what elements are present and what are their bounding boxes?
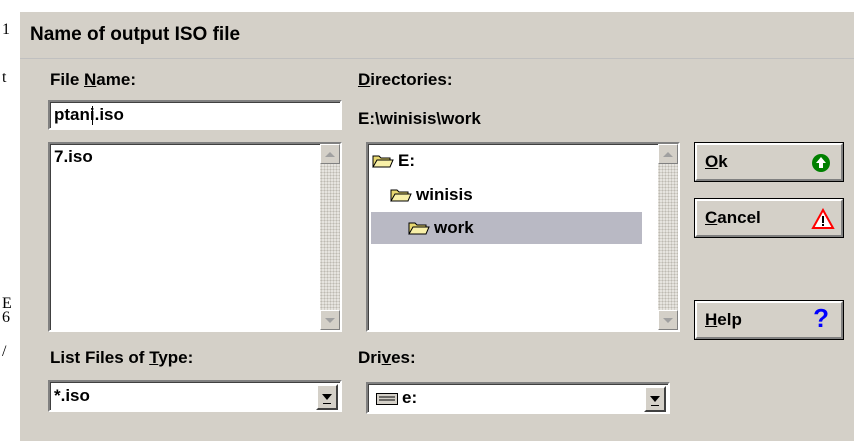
text-caret bbox=[92, 106, 93, 125]
arrow-up-icon bbox=[325, 151, 335, 157]
cancel-button[interactable]: Cancel bbox=[694, 198, 844, 238]
ok-button[interactable]: Ok bbox=[694, 142, 844, 182]
drives-label: Drives: bbox=[358, 348, 416, 367]
folder-open-icon bbox=[390, 189, 412, 202]
warning-icon bbox=[811, 208, 835, 229]
file-type-label: List Files of Type: bbox=[50, 348, 194, 367]
directories-label: Directories: bbox=[358, 70, 453, 89]
help-button[interactable]: Help ? bbox=[694, 300, 844, 340]
chevron-down-icon bbox=[322, 394, 332, 400]
cancel-label: Cancel bbox=[705, 208, 761, 227]
drives-dropdown-button[interactable] bbox=[644, 386, 666, 412]
file-name-value: ptani.iso bbox=[54, 105, 124, 124]
ok-label: Ok bbox=[705, 152, 728, 171]
chevron-down-icon bbox=[650, 396, 660, 402]
save-iso-dialog: Name of output ISO file File Name: ptani… bbox=[18, 10, 854, 441]
drive-value: e: bbox=[402, 388, 418, 407]
arrow-down-icon bbox=[325, 317, 335, 323]
scroll-up-button[interactable] bbox=[658, 144, 678, 164]
scroll-up-button[interactable] bbox=[320, 144, 340, 164]
folder-open-icon bbox=[408, 222, 430, 235]
scroll-down-button[interactable] bbox=[658, 310, 678, 330]
directory-item-e[interactable]: E: bbox=[372, 144, 642, 178]
directory-list-scrollbar[interactable] bbox=[658, 144, 678, 330]
file-list-scrollbar[interactable] bbox=[320, 144, 340, 330]
directory-item-work[interactable]: work bbox=[408, 211, 642, 245]
drive-icon bbox=[376, 393, 398, 405]
bg-fragment: 6 bbox=[2, 309, 10, 326]
current-directory-path: E:\winisis\work bbox=[358, 109, 481, 128]
help-label: Help bbox=[705, 310, 742, 329]
bg-fragment: / bbox=[2, 343, 7, 360]
dialog-title: Name of output ISO file bbox=[30, 24, 241, 45]
file-name-input[interactable]: ptani.iso bbox=[48, 100, 342, 130]
file-list[interactable]: 7.iso bbox=[48, 142, 342, 332]
directory-list[interactable]: E: winisis work bbox=[366, 142, 680, 332]
scroll-down-button[interactable] bbox=[320, 310, 340, 330]
ok-arrow-icon bbox=[812, 154, 830, 172]
drives-select[interactable]: e: bbox=[366, 382, 670, 414]
arrow-down-icon bbox=[663, 317, 673, 323]
file-type-value: *.iso bbox=[54, 386, 90, 405]
folder-open-icon bbox=[372, 155, 394, 168]
file-type-select[interactable]: *.iso bbox=[48, 380, 342, 412]
file-list-item[interactable]: 7.iso bbox=[54, 147, 93, 167]
dialog-title-bar[interactable]: Name of output ISO file bbox=[20, 12, 854, 59]
bg-fragment: t bbox=[2, 69, 7, 86]
help-icon: ? bbox=[813, 303, 829, 333]
directory-item-winisis[interactable]: winisis bbox=[390, 178, 642, 212]
file-name-label: File Name: bbox=[50, 70, 136, 89]
file-type-dropdown-button[interactable] bbox=[316, 384, 338, 410]
bg-fragment: 1 bbox=[2, 21, 10, 38]
arrow-up-icon bbox=[663, 151, 673, 157]
